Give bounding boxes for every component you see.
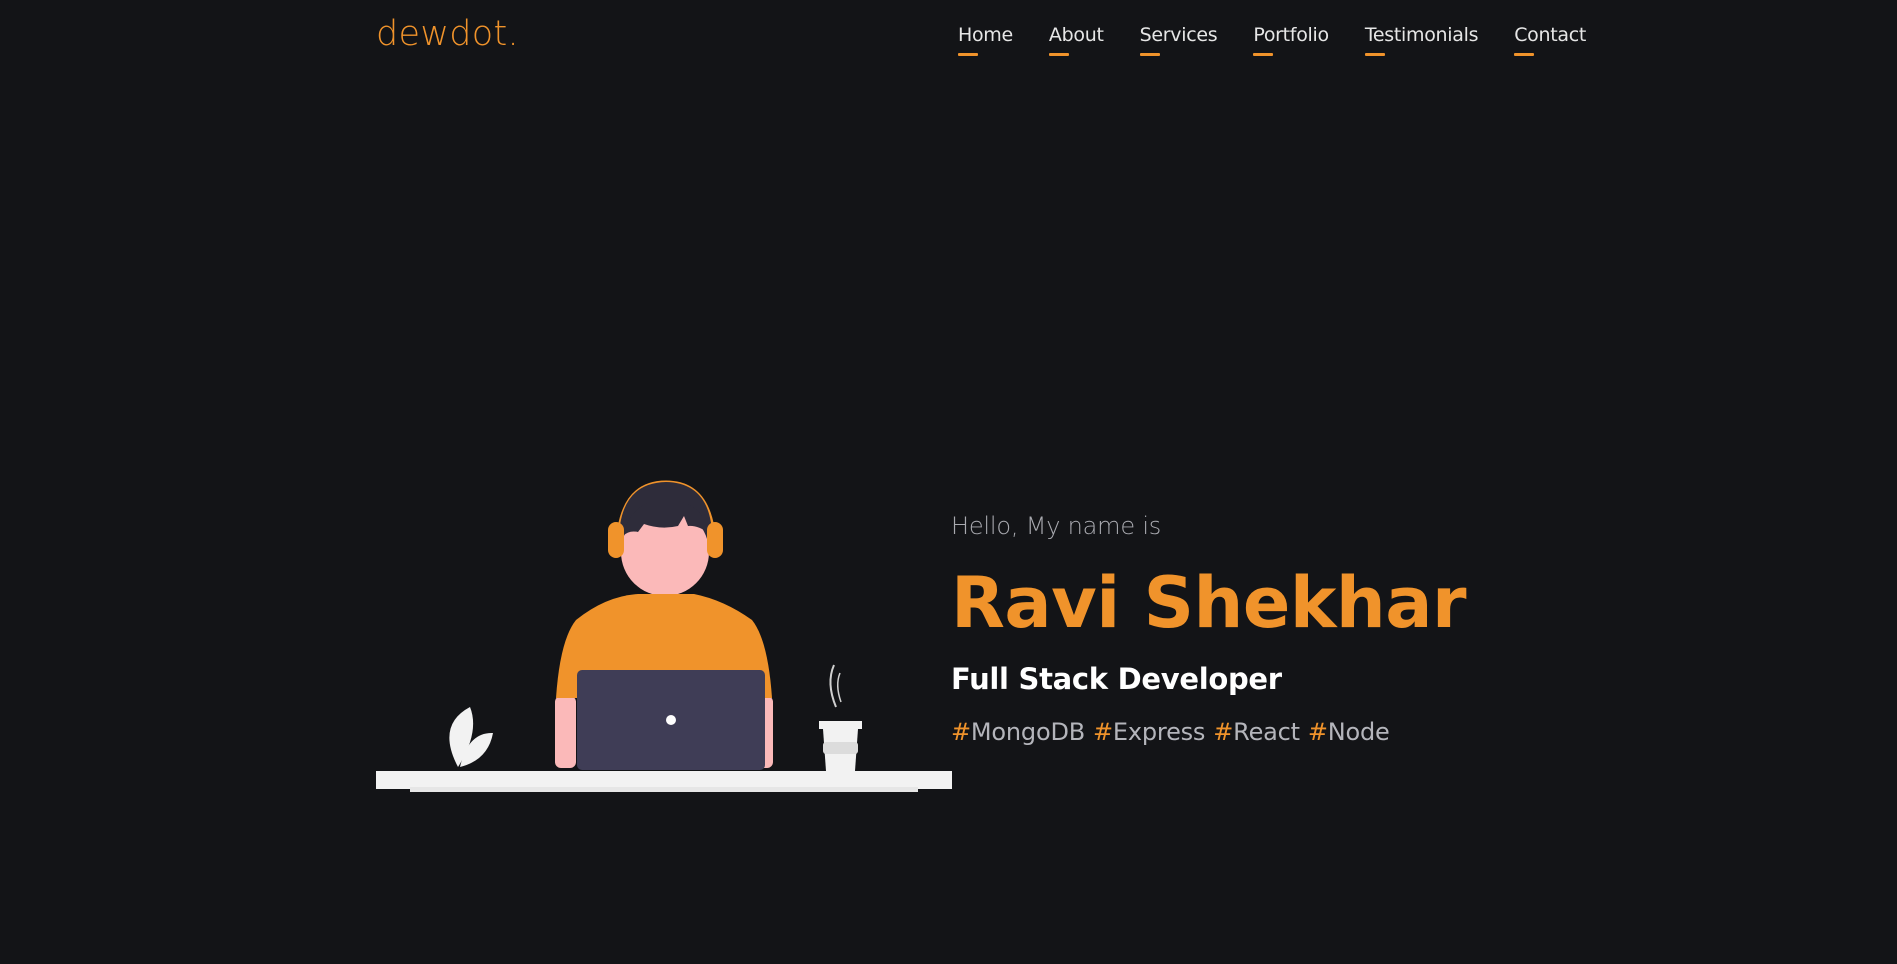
nav-underline <box>1139 53 1160 56</box>
hero-tech-tags: #MongoDB #Express #React #Node <box>951 718 1591 746</box>
headphone-left-cup-shape <box>608 522 624 558</box>
tag-hash: # <box>1213 718 1234 746</box>
nav-item-label: Home <box>958 24 1013 46</box>
tag-label: Express <box>1112 718 1206 746</box>
nav-underline <box>1253 53 1274 56</box>
tech-tag: #React <box>1213 718 1300 746</box>
tech-tag: #Express <box>1093 718 1205 746</box>
cup-lid-shape <box>819 721 862 729</box>
tech-tag: #MongoDB <box>951 718 1085 746</box>
nav-underline <box>1514 53 1535 56</box>
steam-shape <box>829 664 837 708</box>
nav-item-label: Portfolio <box>1253 24 1329 46</box>
nav-item-contact[interactable]: Contact <box>1514 24 1586 56</box>
nav-item-home[interactable]: Home <box>958 24 1013 56</box>
nav-item-label: Contact <box>1514 24 1587 46</box>
main-nav: Home About Services Portfolio Testimonia… <box>958 24 1586 56</box>
tag-hash: # <box>951 718 971 746</box>
nav-underline <box>1364 53 1385 56</box>
hero-greeting: Hello, My name is <box>951 512 1162 540</box>
steam-shape <box>837 672 842 703</box>
tag-hash: # <box>1093 718 1113 746</box>
nav-item-portfolio[interactable]: Portfolio <box>1253 24 1329 56</box>
tag-label: Node <box>1327 718 1390 746</box>
hero-role: Full Stack Developer <box>951 662 1282 696</box>
laptop-logo-shape <box>666 715 676 725</box>
developer-illustration-svg <box>376 480 952 792</box>
site-header: dewdot. Home About Services Portfolio Te… <box>0 0 1897 80</box>
developer-at-desk-illustration <box>376 470 952 796</box>
nav-underline <box>1048 53 1069 56</box>
headphone-right-cup-shape <box>707 522 723 558</box>
site-logo[interactable]: dewdot. <box>376 14 519 54</box>
nav-underline <box>958 53 978 56</box>
tag-hash: # <box>1307 718 1328 746</box>
nav-item-testimonials[interactable]: Testimonials <box>1364 24 1479 56</box>
desk-edge-shape <box>410 787 918 792</box>
hero-intro: Hello, My name is Ravi Shekhar Full Stac… <box>951 512 1591 746</box>
desk-top-shape <box>376 771 952 789</box>
nav-item-label: Testimonials <box>1364 24 1479 46</box>
cup-sleeve-shape <box>823 742 858 754</box>
logo-dot: . <box>507 14 519 54</box>
tag-label: MongoDB <box>970 718 1085 746</box>
nav-item-about[interactable]: About <box>1048 24 1104 56</box>
hero-name: Ravi Shekhar <box>951 562 1467 644</box>
logo-text: dewdot <box>376 14 508 54</box>
nav-item-label: Services <box>1139 24 1218 46</box>
nav-item-label: About <box>1048 24 1104 46</box>
tech-tag: #Node <box>1308 718 1390 746</box>
tag-label: React <box>1233 718 1300 746</box>
left-arm-shape <box>555 696 576 768</box>
nav-item-services[interactable]: Services <box>1139 24 1218 56</box>
